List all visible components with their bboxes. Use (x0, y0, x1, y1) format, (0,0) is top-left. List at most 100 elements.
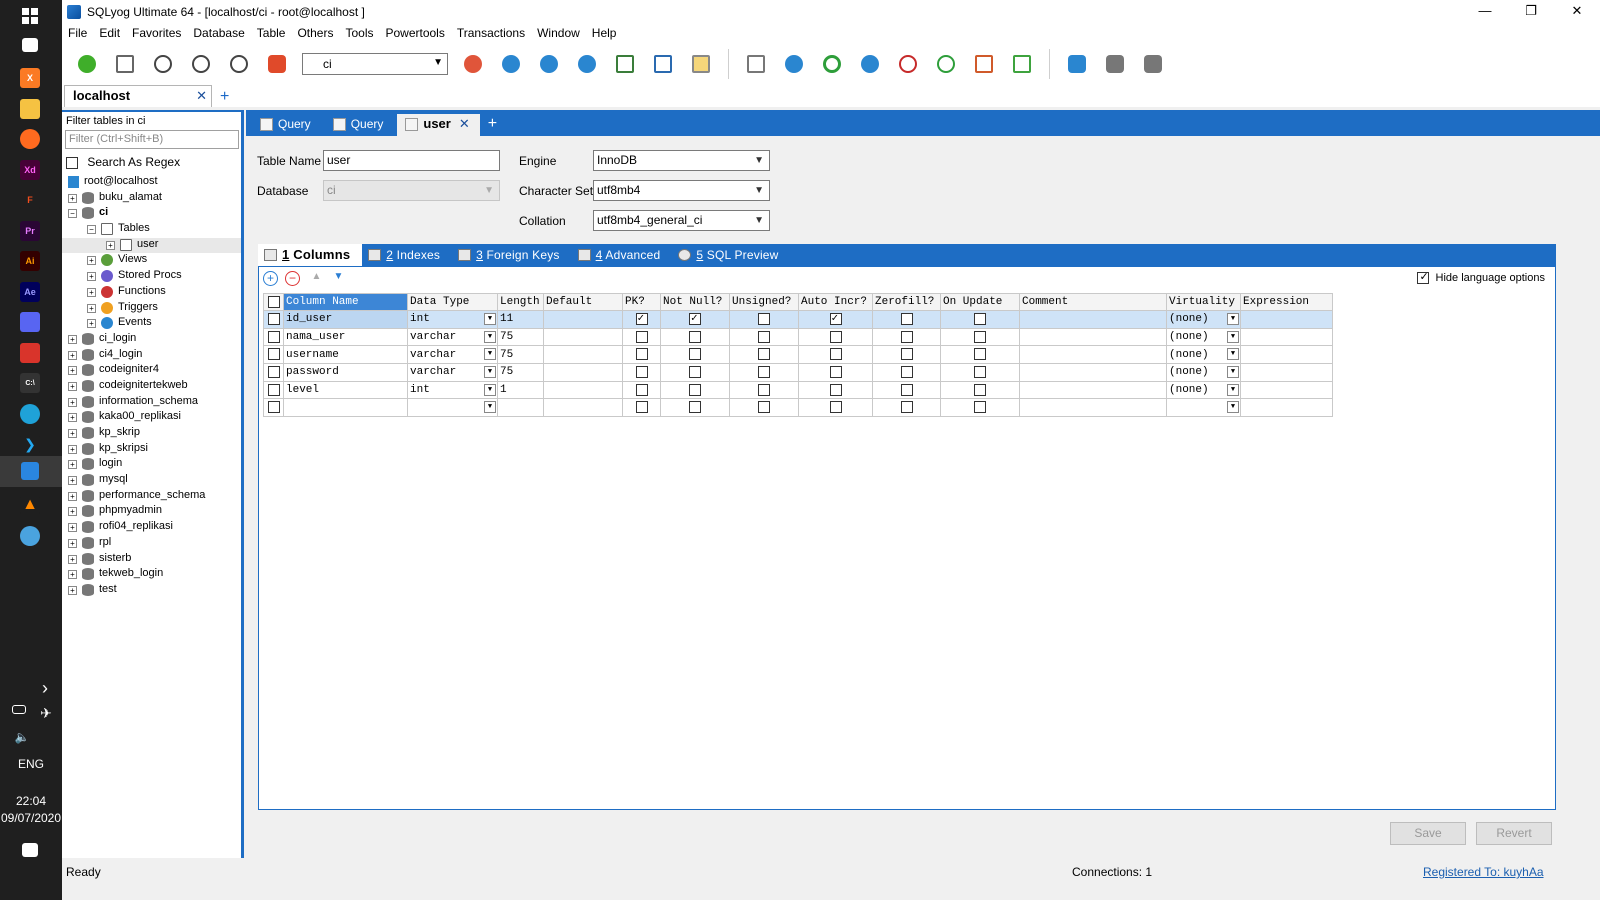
illustrator-icon[interactable]: Ai (20, 251, 40, 271)
expand-icon[interactable]: + (106, 240, 115, 250)
expand-icon[interactable]: + (68, 429, 77, 438)
autoinc-checkbox[interactable] (829, 365, 842, 378)
xampp-icon[interactable]: X (20, 68, 40, 88)
onupdate-checkbox[interactable] (974, 401, 986, 414)
notnull-checkbox[interactable] (689, 365, 701, 378)
execute-query-icon[interactable] (149, 50, 177, 78)
table-row[interactable]: nama_user varchar ▼ 75 (none) ▼ (263, 327, 1333, 347)
taskview-icon[interactable] (22, 38, 38, 52)
pk-checkbox[interactable] (635, 365, 648, 378)
comment-cell[interactable] (1019, 380, 1167, 400)
tree-item[interactable]: + kp_skrip (62, 426, 241, 442)
notnull-checkbox[interactable] (689, 401, 701, 414)
unsigned-cell[interactable] (729, 327, 799, 347)
vlc-icon[interactable]: ▲ (20, 495, 40, 515)
pk-checkbox[interactable] (635, 348, 648, 361)
table-row[interactable]: ▼ ▼ (263, 398, 1333, 418)
after-effects-icon[interactable]: Ae (20, 282, 40, 302)
header-expression[interactable]: Expression (1240, 293, 1333, 311)
notnull-checkbox[interactable] (689, 348, 701, 361)
collation-select[interactable]: utf8mb4_general_ci ▼ (593, 210, 770, 231)
onupdate-cell[interactable] (940, 345, 1020, 365)
tree-item[interactable]: + buku_alamat (62, 191, 241, 207)
expand-icon[interactable]: + (68, 334, 77, 344)
zerofill-checkbox[interactable] (900, 383, 913, 396)
create-database-icon[interactable] (497, 50, 525, 78)
tree-item[interactable]: + rpl (62, 536, 241, 552)
row-checkbox[interactable] (267, 312, 280, 325)
data-type-cell[interactable]: ▼ (407, 398, 498, 418)
zerofill-checkbox[interactable] (900, 365, 913, 378)
tree-item[interactable]: + rofi04_replikasi (62, 520, 241, 536)
battery-icon[interactable] (12, 705, 26, 714)
length-cell[interactable]: 75 (497, 363, 544, 382)
zerofill-checkbox[interactable] (900, 348, 913, 361)
tab-advanced[interactable]: 4 Advanced (572, 244, 673, 266)
minimize-button[interactable]: — (1462, 0, 1508, 23)
header-pk[interactable]: PK? (622, 293, 661, 311)
expand-icon[interactable]: + (68, 585, 77, 595)
table-row[interactable]: username varchar ▼ 75 (none) ▼ (263, 345, 1333, 365)
zerofill-cell[interactable] (872, 380, 941, 400)
row-select-cell[interactable] (263, 380, 284, 400)
default-cell[interactable] (543, 345, 623, 365)
hide-language-options[interactable]: Hide language options (1417, 270, 1545, 285)
tree-item[interactable]: + ci4_login (62, 348, 241, 364)
autoinc-cell[interactable] (798, 363, 873, 382)
zerofill-checkbox[interactable] (900, 330, 913, 343)
autoinc-cell[interactable] (798, 345, 873, 365)
tree-item[interactable]: + codeignitertekweb (62, 379, 241, 395)
autoinc-cell[interactable] (798, 380, 873, 400)
row-checkbox[interactable] (267, 365, 280, 378)
expand-icon[interactable]: + (68, 491, 77, 501)
unsigned-checkbox[interactable] (758, 383, 770, 396)
column-name-cell[interactable]: id_user (283, 310, 408, 329)
expand-icon[interactable]: + (87, 256, 96, 266)
tree-item[interactable]: + Stored Procs (62, 269, 241, 285)
chevron-down-icon[interactable]: ▼ (484, 313, 496, 325)
tree-item[interactable]: + information_schema (62, 395, 241, 411)
expand-icon[interactable]: + (68, 554, 77, 564)
column-name-cell[interactable]: nama_user (283, 327, 408, 347)
regex-checkbox[interactable] (66, 156, 78, 169)
comment-cell[interactable] (1019, 363, 1167, 382)
length-cell[interactable]: 1 (497, 380, 544, 400)
table-row[interactable]: level int ▼ 1 (none) ▼ (263, 380, 1333, 400)
discord-icon[interactable] (20, 312, 40, 332)
unsigned-cell[interactable] (729, 310, 799, 329)
chevron-down-icon[interactable]: ▼ (1227, 348, 1239, 361)
pk-checkbox[interactable] (635, 311, 648, 325)
pk-cell[interactable] (622, 380, 661, 400)
expand-icon[interactable]: + (68, 507, 77, 517)
expand-icon[interactable]: + (87, 319, 96, 329)
expand-icon[interactable]: + (68, 538, 77, 548)
autoinc-checkbox[interactable] (829, 348, 842, 361)
expand-icon[interactable]: + (68, 413, 77, 423)
expand-icon[interactable]: + (68, 193, 77, 203)
connection-tab-localhost[interactable]: localhost ✕ (64, 85, 212, 107)
expression-cell[interactable] (1240, 345, 1333, 365)
tree-item[interactable]: + performance_schema (62, 489, 241, 505)
data-type-cell[interactable]: varchar ▼ (407, 363, 498, 382)
header-auto-incr[interactable]: Auto Incr? (798, 293, 873, 311)
add-column-icon[interactable]: + (263, 271, 278, 286)
default-cell[interactable] (543, 327, 623, 347)
chevron-down-icon[interactable]: ▼ (1227, 313, 1239, 325)
header-virtuality[interactable]: Virtuality (1166, 293, 1241, 311)
row-checkbox[interactable] (267, 330, 280, 343)
engine-select[interactable]: InnoDB ▼ (593, 150, 770, 171)
clock-date[interactable]: 09/07/2020 (0, 811, 62, 825)
unsigned-checkbox[interactable] (758, 401, 770, 414)
autoinc-cell[interactable] (798, 398, 873, 418)
tab-indexes[interactable]: 2 Indexes (362, 244, 452, 266)
onupdate-cell[interactable] (940, 327, 1020, 347)
expand-icon[interactable]: + (87, 272, 96, 282)
unsigned-cell[interactable] (729, 363, 799, 382)
unsigned-cell[interactable] (729, 345, 799, 365)
row-select-cell[interactable] (263, 363, 284, 382)
menu-favorites[interactable]: Favorites (126, 26, 187, 40)
zerofill-cell[interactable] (872, 398, 941, 418)
menu-window[interactable]: Window (531, 26, 586, 40)
menu-database[interactable]: Database (187, 26, 250, 40)
collapse-icon[interactable]: − (87, 225, 96, 235)
